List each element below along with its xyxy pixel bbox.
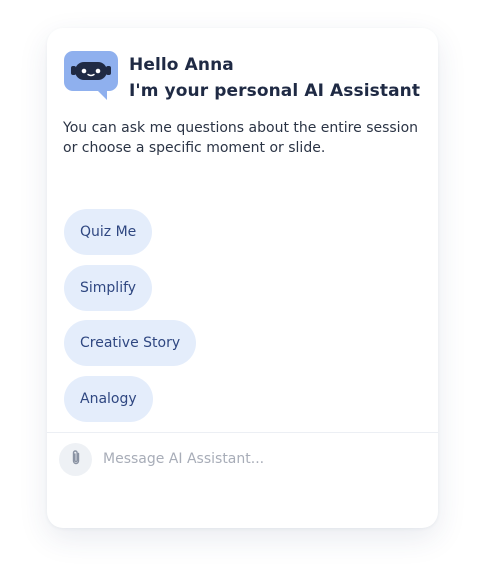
suggestion-simplify-button[interactable]: Simplify <box>64 264 153 311</box>
robot-icon <box>63 50 119 102</box>
suggestion-analogy-button[interactable]: Analogy <box>64 375 153 422</box>
greeting: Hello Anna I'm your personal AI Assistan… <box>129 52 420 104</box>
ai-assistant-panel: Hello Anna I'm your personal AI Assistan… <box>47 28 438 528</box>
assistant-header: Hello Anna I'm your personal AI Assistan… <box>63 50 420 104</box>
suggestion-creative-story-button[interactable]: Creative Story <box>64 320 197 366</box>
suggestion-quiz-me-button[interactable]: Quiz Me <box>64 209 153 255</box>
attach-button[interactable] <box>59 443 92 476</box>
greeting-subtitle: I'm your personal AI Assistant <box>129 81 421 101</box>
suggestion-chips: Quiz Me Simplify Creative Story Analogy <box>64 209 197 431</box>
message-input[interactable] <box>103 447 403 471</box>
greeting-title: Hello Anna <box>129 55 234 75</box>
paperclip-icon <box>68 449 84 471</box>
message-composer <box>47 432 438 493</box>
intro-text: You can ask me questions about the entir… <box>63 120 419 156</box>
